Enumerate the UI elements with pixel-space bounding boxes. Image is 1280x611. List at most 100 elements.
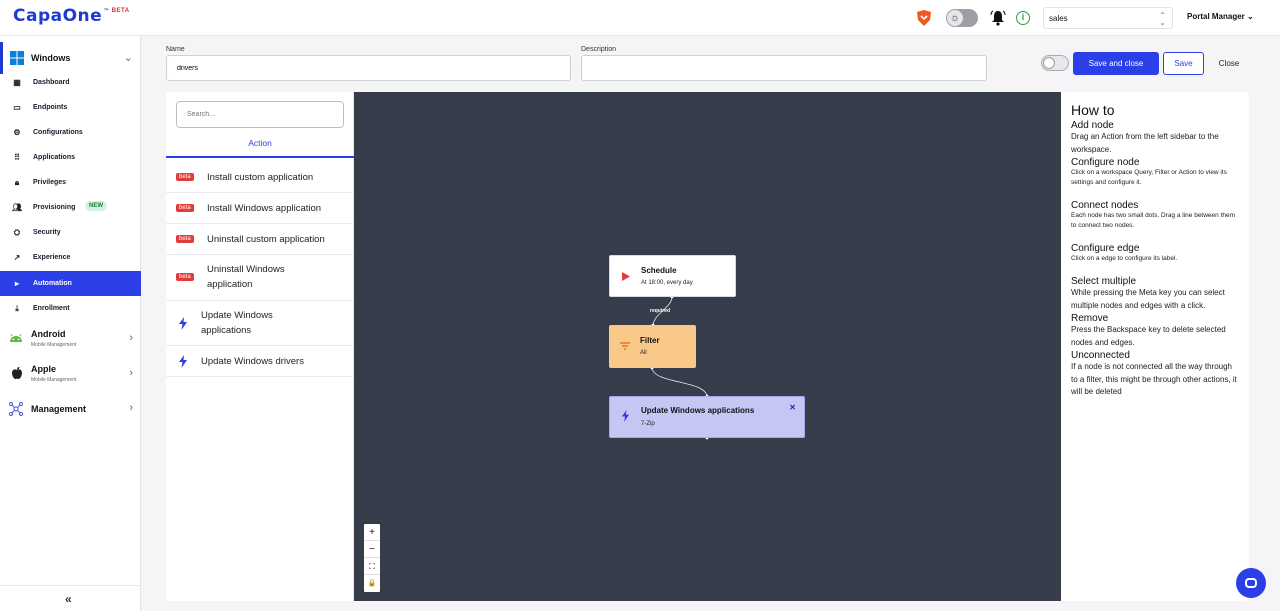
action-item-update-windows-drivers[interactable]: Update Windows drivers (166, 346, 354, 377)
lock-button[interactable]: 🔒 (364, 575, 380, 592)
zoom-in-button[interactable]: + (364, 524, 380, 541)
workflow-canvas[interactable]: required Schedule At 18:00, every day Fi… (354, 92, 1061, 601)
sidebar-group-label: Android (31, 329, 66, 339)
chevron-right-icon: › (129, 402, 133, 414)
chevron-down-icon: ⌄ (123, 52, 133, 64)
node-update-windows-applications[interactable]: Update Windows applications 7-Zip ✕ (609, 396, 805, 438)
beta-badge: beta (176, 204, 194, 212)
sidebar-item-automation[interactable]: ▸ Automation (0, 271, 141, 296)
sidebar-item-label: Enrollment (33, 305, 70, 312)
beta-badge: beta (176, 173, 194, 181)
node-filter[interactable]: Filter All (609, 325, 696, 368)
info-icon[interactable]: i (1016, 11, 1030, 25)
zoom-controls: + − ⛶ 🔒 (364, 524, 380, 592)
sidebar-item-label: Experience (33, 254, 71, 261)
sidebar-item-label: Automation (33, 280, 72, 287)
save-button[interactable]: Save (1163, 52, 1204, 75)
workflow-edges (650, 295, 709, 440)
notification-bell-icon[interactable] (990, 10, 1006, 26)
beta-badge: beta (176, 273, 194, 281)
fit-view-button[interactable]: ⛶ (364, 558, 380, 575)
sidebar-item-label: Applications (33, 154, 76, 161)
select-chevron-icon: ⌃ ⌄ (1159, 11, 1166, 27)
sidebar-item-enrollment[interactable]: ⤓ Enrollment (0, 296, 141, 321)
action-item-label: Install Windows application (207, 203, 322, 214)
people-icon: 👥︎ (11, 203, 23, 212)
sidebar-item-applications[interactable]: ⠿ Applications (0, 145, 141, 170)
laptop-icon: ▭ (13, 103, 21, 112)
edge-label[interactable]: required (650, 308, 670, 314)
sidebar-group-apple[interactable]: Apple Mobile Management › (0, 360, 141, 388)
sidebar-item-security[interactable]: ⛭ Security (0, 220, 141, 245)
howto-heading: Remove (1071, 313, 1109, 324)
howto-heading: Select multiple (1071, 276, 1137, 287)
tenant-select[interactable]: sales ⌃ ⌄ (1043, 7, 1173, 29)
sidebar-group-management[interactable]: Management › (0, 396, 141, 422)
node-title: Update Windows applications (641, 406, 755, 415)
toggle-knob (1043, 57, 1055, 69)
howto-text: If a node is not connected all the way t… (1071, 362, 1237, 396)
sidebar-group-android[interactable]: Android Mobile Management › (0, 325, 141, 353)
tab-action[interactable]: Action (166, 132, 354, 158)
how-to-title: How to (1071, 102, 1115, 118)
action-item-install-windows[interactable]: beta Install Windows application (166, 193, 354, 224)
description-field[interactable] (581, 55, 987, 81)
howto-text: Click on a workspace Query, Filter or Ac… (1071, 169, 1227, 186)
top-bar: CapaOne™ BETA ☼ i sales ⌃ ⌄ Portal Manager… (0, 0, 1280, 36)
play-icon: ▸ (14, 279, 19, 288)
search-input[interactable] (176, 101, 344, 128)
sidebar-item-configurations[interactable]: ⚙ Configurations (0, 120, 141, 145)
sidebar-item-endpoints[interactable]: ▭ Endpoints (0, 95, 141, 120)
howto-text: Drag an Action from the left sidebar to … (1071, 132, 1219, 154)
tenant-value: sales (1049, 14, 1068, 23)
sidebar-divider (0, 585, 141, 586)
sidebar-item-label: Dashboard (33, 79, 70, 86)
trend-icon: ↗ (13, 253, 21, 262)
howto-text: Click on a edge to configure its label. (1071, 255, 1178, 262)
apps-grid-icon: ⠿ (14, 153, 20, 162)
zoom-out-button[interactable]: − (364, 541, 380, 558)
howto-heading: Configure node (1071, 157, 1140, 168)
node-title: Schedule (641, 266, 677, 275)
name-field[interactable] (166, 55, 571, 81)
sidebar-group-label: Management (31, 404, 87, 414)
howto-heading: Configure edge (1071, 243, 1140, 254)
enabled-toggle[interactable] (1041, 55, 1069, 71)
brave-shield-icon[interactable] (917, 10, 931, 26)
close-button[interactable]: Close (1210, 52, 1248, 75)
action-item-update-windows-apps[interactable]: Update Windows applications (166, 301, 354, 346)
sidebar-group-sublabel: Mobile Management (31, 342, 77, 348)
node-schedule[interactable]: Schedule At 18:00, every day (609, 255, 736, 297)
new-badge: NEW (85, 201, 107, 211)
actions-sidebar: Action beta Install custom application b… (166, 92, 354, 601)
sidebar-group-sublabel: Mobile Management (31, 377, 77, 383)
action-item-install-custom[interactable]: beta Install custom application (166, 162, 354, 193)
sidebar-item-privileges[interactable]: 🔒︎ Privileges (0, 170, 141, 195)
remove-node-icon[interactable]: ✕ (789, 403, 796, 412)
sidebar-item-label: Provisioning (33, 204, 76, 211)
howto-heading: Add node (1071, 120, 1114, 131)
action-item-uninstall-custom[interactable]: beta Uninstall custom application (166, 224, 354, 255)
description-label: Description (581, 46, 617, 53)
sidebar-item-dashboard[interactable]: ▦ Dashboard (0, 70, 141, 95)
capaone-logo[interactable]: CapaOne™ BETA (13, 6, 130, 26)
apple-icon (12, 367, 22, 379)
action-item-uninstall-windows[interactable]: beta Uninstall Windows application (166, 255, 354, 301)
automation-editor: Action beta Install custom application b… (166, 92, 1249, 601)
portal-manager-menu[interactable]: Portal Manager ⌄ (1187, 12, 1254, 21)
sidebar-item-provisioning[interactable]: 👥︎ Provisioning NEW (0, 195, 141, 220)
how-to-panel: How to Add node Drag an Action from the … (1061, 92, 1249, 601)
support-chat-button[interactable] (1236, 568, 1266, 598)
action-item-label: Uninstall custom application (207, 234, 325, 245)
save-and-close-button[interactable]: Save and close (1073, 52, 1159, 75)
howto-text: Each node has two small dots. Drag a lin… (1071, 212, 1236, 229)
node-subtitle: 7-Zip (641, 421, 655, 427)
bolt-icon (621, 410, 630, 422)
sidebar-item-experience[interactable]: ↗ Experience (0, 245, 141, 270)
theme-toggle[interactable]: ☼ (946, 9, 978, 27)
howto-heading: Unconnected (1071, 350, 1130, 361)
sidebar-item-label: Configurations (33, 129, 83, 136)
sun-icon: ☼ (947, 10, 963, 26)
collapse-sidebar-button[interactable]: « (65, 592, 72, 606)
bolt-icon (179, 317, 187, 330)
